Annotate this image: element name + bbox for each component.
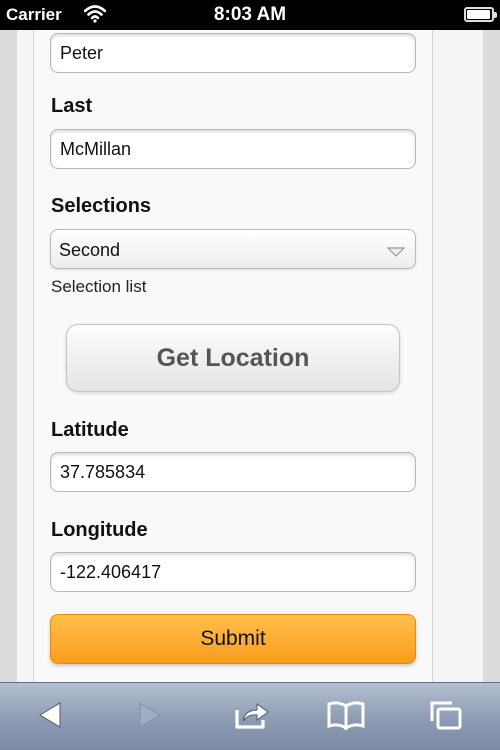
selections-select[interactable]: Second (50, 229, 416, 269)
clock: 8:03 AM (213, 4, 287, 25)
selections-hint: Selection list (51, 277, 147, 296)
forward-button[interactable] (130, 699, 170, 735)
tabs-icon (428, 699, 464, 736)
share-button[interactable] (232, 699, 272, 735)
last-name-label: Last (51, 95, 93, 117)
back-button[interactable] (30, 699, 70, 735)
status-bar: Carrier 8:03 AM (0, 0, 500, 30)
longitude-input[interactable] (50, 552, 416, 592)
last-name-input[interactable] (50, 129, 416, 169)
selections-label: Selections (51, 195, 152, 217)
selections-value: Second (59, 240, 121, 260)
longitude-label: Longitude (51, 519, 148, 541)
latitude-label: Latitude (51, 419, 129, 441)
battery-fill (467, 10, 490, 19)
form: Last Selections Second Selection list Ge… (33, 30, 433, 682)
chevron-down-icon (386, 245, 406, 263)
bookmarks-button[interactable] (326, 699, 366, 735)
get-location-button[interactable]: Get Location (66, 324, 400, 392)
first-name-input[interactable] (50, 33, 416, 73)
back-icon (36, 701, 64, 734)
latitude-input[interactable] (50, 452, 416, 492)
submit-button[interactable]: Submit (50, 614, 416, 664)
tabs-button[interactable] (426, 699, 466, 735)
browser-toolbar (0, 682, 500, 750)
forward-icon (136, 701, 164, 734)
battery-icon (464, 7, 497, 22)
bookmarks-icon (326, 700, 366, 735)
share-icon (233, 700, 271, 735)
web-page[interactable]: Last Selections Second Selection list Ge… (0, 30, 500, 682)
